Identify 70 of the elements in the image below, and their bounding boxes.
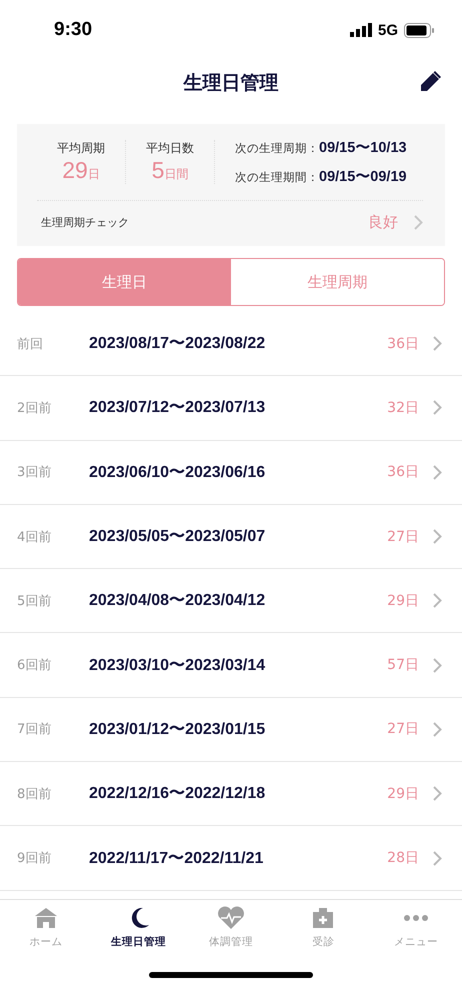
next-value: 09/15〜09/19 bbox=[319, 168, 407, 186]
period-range: 2023/04/08〜2023/04/12 bbox=[89, 591, 266, 612]
period-label: 2回前 bbox=[17, 400, 52, 417]
next-label: 次の生理期間： bbox=[235, 170, 319, 185]
cycle-check-row[interactable]: 生理周期チェック 良好 bbox=[37, 201, 423, 236]
chevron-icon bbox=[433, 722, 442, 737]
period-row[interactable]: 7回前 2023/01/12〜2023/01/15 27日 bbox=[0, 698, 462, 762]
cycle-days: 29日 bbox=[387, 784, 419, 803]
chevron-icon bbox=[433, 593, 442, 608]
next-label: 次の生理周期： bbox=[235, 141, 319, 156]
period-label: 3回前 bbox=[17, 464, 52, 482]
chevron-icon bbox=[433, 336, 442, 352]
chevron-icon bbox=[433, 850, 442, 866]
stat-label: 平均日数 bbox=[146, 140, 194, 157]
chevron-icon bbox=[433, 400, 442, 416]
nav-item[interactable]: 生理日管理 bbox=[92, 906, 185, 972]
battery-icon bbox=[404, 22, 434, 38]
cycle-days: 36日 bbox=[387, 334, 419, 353]
period-label: 5回前 bbox=[17, 592, 52, 610]
cycle-days: 27日 bbox=[387, 720, 419, 738]
cycle-days: 36日 bbox=[387, 463, 419, 482]
chevron-icon bbox=[433, 786, 442, 802]
period-range: 2023/06/10〜2023/06/16 bbox=[89, 462, 266, 483]
period-range: 2023/07/12〜2023/07/13 bbox=[89, 398, 266, 418]
period-range: 2022/11/17〜2022/11/21 bbox=[89, 848, 264, 869]
period-label: 7回前 bbox=[17, 721, 52, 738]
period-range: 2023/05/05〜2023/05/07 bbox=[89, 527, 266, 548]
pencil-icon[interactable] bbox=[418, 70, 442, 94]
stat-unit: 日間 bbox=[164, 166, 188, 183]
next-value: 09/15〜10/13 bbox=[319, 139, 407, 157]
house-icon bbox=[34, 906, 58, 930]
period-row[interactable]: 2回前 2023/07/12〜2023/07/13 32日 bbox=[0, 376, 462, 441]
heart-pulse-icon bbox=[216, 906, 246, 930]
period-label: 8回前 bbox=[17, 786, 52, 803]
period-row[interactable]: 8回前 2022/12/16〜2022/12/18 29日 bbox=[0, 762, 462, 826]
medical-box-icon bbox=[311, 906, 336, 930]
period-row[interactable]: 3回前 2023/06/10〜2023/06/16 36日 bbox=[0, 440, 462, 505]
check-result: 良好 bbox=[368, 213, 398, 232]
period-row[interactable]: 6回前 2023/03/10〜2023/03/14 57日 bbox=[0, 633, 462, 698]
period-range: 2023/08/17〜2023/08/22 bbox=[89, 334, 266, 354]
period-row[interactable]: 5回前 2023/04/08〜2023/04/12 29日 bbox=[0, 569, 462, 634]
check-label: 生理周期チェック bbox=[41, 215, 129, 230]
period-label: 前回 bbox=[17, 336, 44, 353]
period-label: 9回前 bbox=[17, 850, 52, 868]
cycle-days: 32日 bbox=[387, 398, 419, 417]
cycle-days: 57日 bbox=[387, 656, 419, 674]
stat-value: 5 bbox=[152, 157, 164, 184]
chevron-icon bbox=[433, 464, 442, 480]
status-time: 9:30 bbox=[54, 19, 92, 41]
more-icon bbox=[402, 915, 429, 921]
period-label: 6回前 bbox=[17, 657, 52, 674]
stat-label: 平均周期 bbox=[57, 140, 105, 157]
stat-value: 29 bbox=[62, 157, 88, 184]
period-range: 2023/03/10〜2023/03/14 bbox=[89, 656, 266, 676]
chevron-icon bbox=[433, 529, 442, 544]
period-label: 4回前 bbox=[17, 528, 52, 546]
period-row[interactable]: 4回前 2023/05/05〜2023/05/07 27日 bbox=[0, 504, 462, 570]
period-range: 2023/01/12〜2023/01/15 bbox=[89, 720, 266, 740]
cycle-days: 27日 bbox=[387, 528, 419, 546]
screen-title: 生理日管理 bbox=[184, 71, 278, 96]
chevron-icon bbox=[433, 658, 442, 673]
cycle-days: 29日 bbox=[387, 592, 419, 610]
period-range: 2022/12/16〜2022/12/18 bbox=[89, 784, 266, 804]
cycle-days: 28日 bbox=[387, 849, 419, 868]
stat-unit: 日 bbox=[88, 166, 100, 183]
network-label: 5G bbox=[378, 22, 398, 38]
period-row[interactable]: 前回 2023/08/17〜2023/08/22 36日 bbox=[0, 312, 462, 376]
period-row[interactable]: 9回前 2022/11/17〜2022/11/21 28日 bbox=[0, 826, 462, 891]
signal-icon bbox=[350, 23, 372, 37]
chevron-icon bbox=[414, 215, 423, 230]
